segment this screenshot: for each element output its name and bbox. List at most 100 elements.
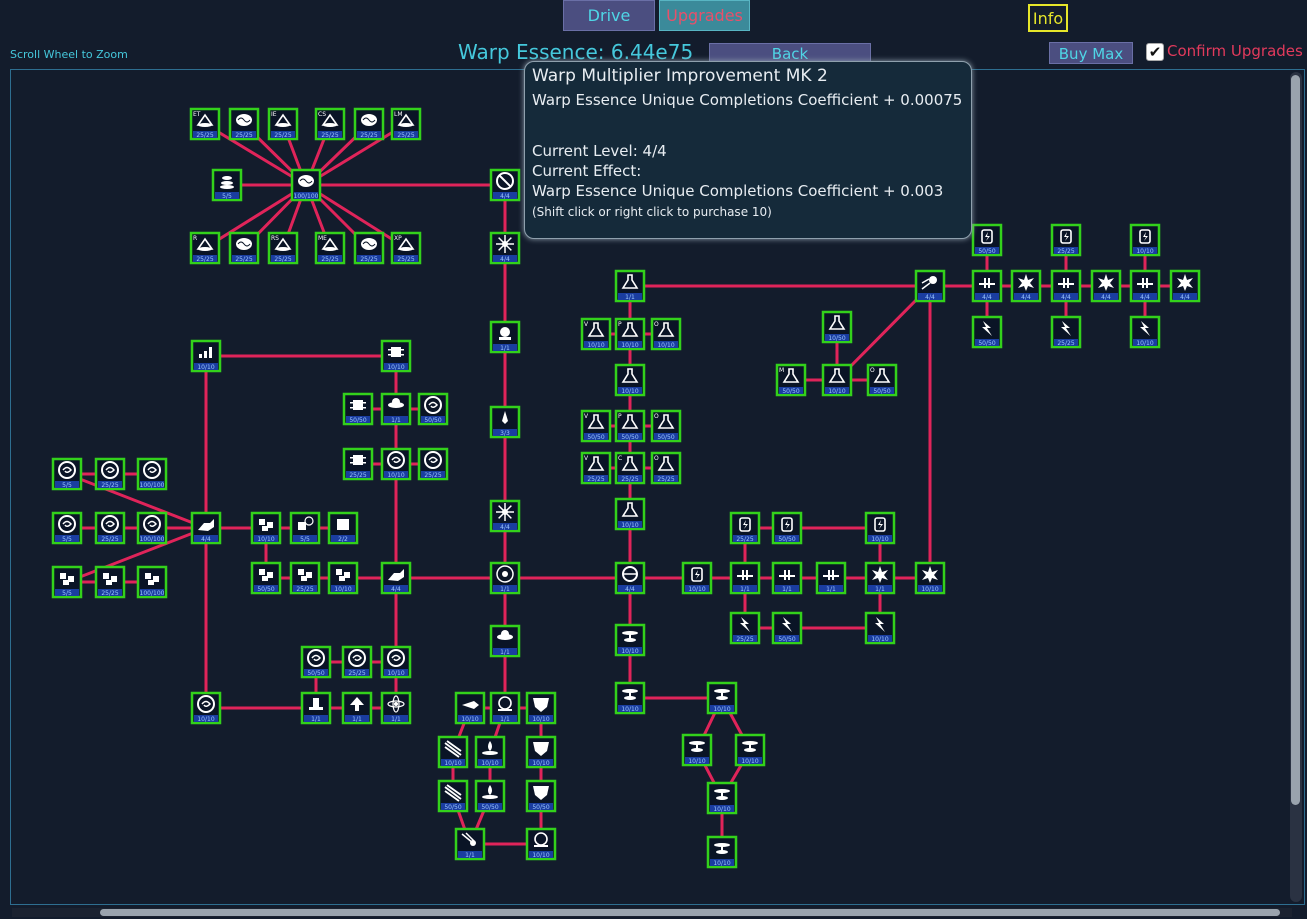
upgrade-node-flp2[interactable]: P 50/50	[614, 409, 646, 443]
upgrade-node-gy1[interactable]: 10/10	[614, 623, 646, 657]
upgrade-node-b1[interactable]: 25/25	[228, 107, 260, 141]
upgrade-node-flo2[interactable]: O 50/50	[650, 409, 682, 443]
upgrade-node-flo[interactable]: O 10/10	[650, 317, 682, 351]
upgrade-node-hx1[interactable]: 10/10	[525, 691, 557, 725]
upgrade-node-sw5[interactable]: 25/25	[94, 511, 126, 545]
upgrade-node-bt7[interactable]: 10/10	[864, 511, 896, 545]
upgrade-node-pc6[interactable]: 1/1	[815, 561, 847, 595]
upgrade-node-warp[interactable]: 4/4	[614, 561, 646, 595]
upgrade-node-cb2[interactable]: 25/25	[94, 565, 126, 599]
upgrade-node-gy6[interactable]: 10/10	[706, 781, 738, 815]
upgrade-node-fn2[interactable]: 50/50	[474, 779, 506, 813]
upgrade-node-lt5[interactable]: 50/50	[771, 611, 803, 645]
upgrade-node-bt5[interactable]: 25/25	[729, 511, 761, 545]
upgrade-node-cp1[interactable]: 10/10	[380, 339, 412, 373]
upgrade-node-sw4[interactable]: 5/5	[51, 511, 83, 545]
upgrade-node-at[interactable]: 1/1	[380, 691, 412, 725]
upgrade-node-r[interactable]: R 25/25	[189, 231, 221, 265]
upgrade-node-cb3[interactable]: 100/100	[136, 565, 168, 599]
upgrade-node-cb7[interactable]: 10/10	[327, 561, 359, 595]
upgrade-node-gm[interactable]: 1/1	[489, 320, 521, 354]
upgrade-node-bt1[interactable]: 50/50	[971, 223, 1003, 257]
upgrade-node-cb6[interactable]: 25/25	[289, 561, 321, 595]
upgrade-node-gr[interactable]: 10/10	[190, 339, 222, 373]
upgrade-node-st1[interactable]: 4/4	[489, 231, 521, 265]
upgrade-node-b2[interactable]: 25/25	[353, 107, 385, 141]
upgrade-node-fl1[interactable]: 1/1	[614, 269, 646, 303]
upgrade-node-bm1[interactable]: 10/10	[437, 735, 469, 769]
upgrade-node-sw6[interactable]: 100/100	[136, 511, 168, 545]
upgrade-node-pc2[interactable]: 4/4	[1050, 269, 1082, 303]
upgrade-node-bt4[interactable]: 10/10	[681, 561, 713, 595]
upgrade-node-flo3[interactable]: O 25/25	[650, 451, 682, 485]
upgrade-node-cb1[interactable]: 5/5	[51, 565, 83, 599]
upgrade-node-s1[interactable]: 5/5	[211, 168, 243, 202]
upgrade-node-flc3[interactable]: C 25/25	[614, 451, 646, 485]
upgrade-node-sp1[interactable]: 10/10	[190, 691, 222, 725]
upgrade-node-cs[interactable]: CS 25/25	[314, 107, 346, 141]
upgrade-node-vx1[interactable]: 50/50	[417, 392, 449, 426]
upgrade-node-ar[interactable]: 1/1	[341, 691, 373, 725]
upgrade-node-gy4[interactable]: 10/10	[681, 733, 713, 767]
upgrade-node-vx2[interactable]: 10/10	[380, 447, 412, 481]
upgrade-node-pc5[interactable]: 1/1	[771, 561, 803, 595]
upgrade-node-pl[interactable]: 1/1	[300, 691, 332, 725]
upgrade-node-pc1[interactable]: 4/4	[971, 269, 1003, 303]
upgrade-node-bt6[interactable]: 50/50	[771, 511, 803, 545]
upgrade-node-ex1[interactable]: 4/4	[1010, 269, 1042, 303]
upgrade-node-gy2[interactable]: 10/10	[614, 681, 646, 715]
upgrade-node-lt4[interactable]: 25/25	[729, 611, 761, 645]
upgrade-node-ex2[interactable]: 4/4	[1090, 269, 1122, 303]
upgrade-node-mt[interactable]: 1/1	[454, 827, 486, 861]
upgrade-node-core[interactable]: 1/1	[489, 561, 521, 595]
upgrade-node-vx5[interactable]: 25/25	[341, 645, 373, 679]
upgrade-node-ck1[interactable]: 5/5	[289, 511, 321, 545]
upgrade-node-gy7[interactable]: 10/10	[706, 835, 738, 869]
upgrade-node-ex5[interactable]: 10/10	[914, 561, 946, 595]
upgrade-node-fm[interactable]: M 50/50	[775, 363, 807, 397]
vertical-scroll-thumb[interactable]	[1291, 75, 1300, 805]
upgrade-node-vx3[interactable]: 25/25	[417, 447, 449, 481]
upgrade-node-me[interactable]: ME 25/25	[314, 231, 346, 265]
upgrade-node-bc[interactable]: 100/100	[290, 168, 322, 202]
upgrade-node-rs[interactable]: RS 25/25	[267, 231, 299, 265]
upgrade-node-flp[interactable]: P 10/10	[614, 317, 646, 351]
upgrade-node-cp2[interactable]: 50/50	[342, 392, 374, 426]
upgrade-node-pc3[interactable]: 4/4	[1129, 269, 1161, 303]
upgrade-node-rc2[interactable]: 10/10	[525, 827, 557, 861]
horizontal-scroll-thumb[interactable]	[100, 909, 1280, 916]
upgrade-node-gy3[interactable]: 10/10	[706, 681, 738, 715]
upgrade-node-bt3[interactable]: 10/10	[1129, 223, 1161, 257]
upgrade-node-et[interactable]: ET 25/25	[189, 107, 221, 141]
upgrade-node-bt2[interactable]: 25/25	[1050, 223, 1082, 257]
upgrade-node-fn1[interactable]: 10/10	[474, 735, 506, 769]
upgrade-node-ex4[interactable]: 1/1	[864, 561, 896, 595]
upgrade-node-flv2[interactable]: V50/50	[580, 409, 612, 443]
upgrade-node-b3[interactable]: 25/25	[228, 231, 260, 265]
upgrade-node-lt6[interactable]: 10/10	[864, 611, 896, 645]
upgrade-node-lm[interactable]: LM 25/25	[390, 107, 422, 141]
upgrade-node-ie[interactable]: IE 25/25	[267, 107, 299, 141]
upgrade-node-fc[interactable]: 10/10	[821, 363, 853, 397]
upgrade-node-fl2[interactable]: 10/10	[614, 363, 646, 397]
upgrade-node-hx3[interactable]: 50/50	[525, 779, 557, 813]
upgrade-node-hd1[interactable]: 4/4	[190, 511, 222, 545]
upgrade-node-or2[interactable]: 1/1	[380, 392, 412, 426]
upgrade-node-cm[interactable]: 4/4	[914, 269, 946, 303]
upgrade-node-gy5[interactable]: 10/10	[734, 733, 766, 767]
upgrade-node-vx6[interactable]: 10/10	[380, 645, 412, 679]
upgrade-node-xp[interactable]: XP 25/25	[390, 231, 422, 265]
upgrade-node-rk[interactable]: 3/3	[489, 405, 521, 439]
upgrade-node-fa[interactable]: 10/50	[821, 310, 853, 344]
upgrade-node-nx[interactable]: 4/4	[489, 168, 521, 202]
upgrade-node-hx2[interactable]: 10/10	[525, 735, 557, 769]
upgrade-node-cb4[interactable]: 10/10	[250, 511, 282, 545]
upgrade-node-fl3[interactable]: 10/10	[614, 497, 646, 531]
upgrade-node-cp3[interactable]: 25/25	[342, 447, 374, 481]
upgrade-node-sw2[interactable]: 25/25	[94, 457, 126, 491]
upgrade-node-lt3[interactable]: 10/10	[1129, 315, 1161, 349]
upgrade-node-hd2[interactable]: 4/4	[380, 561, 412, 595]
upgrade-node-rc1[interactable]: 1/1	[489, 691, 521, 725]
upgrade-node-lt2[interactable]: 25/25	[1050, 315, 1082, 349]
upgrade-node-flv3[interactable]: V25/25	[580, 451, 612, 485]
